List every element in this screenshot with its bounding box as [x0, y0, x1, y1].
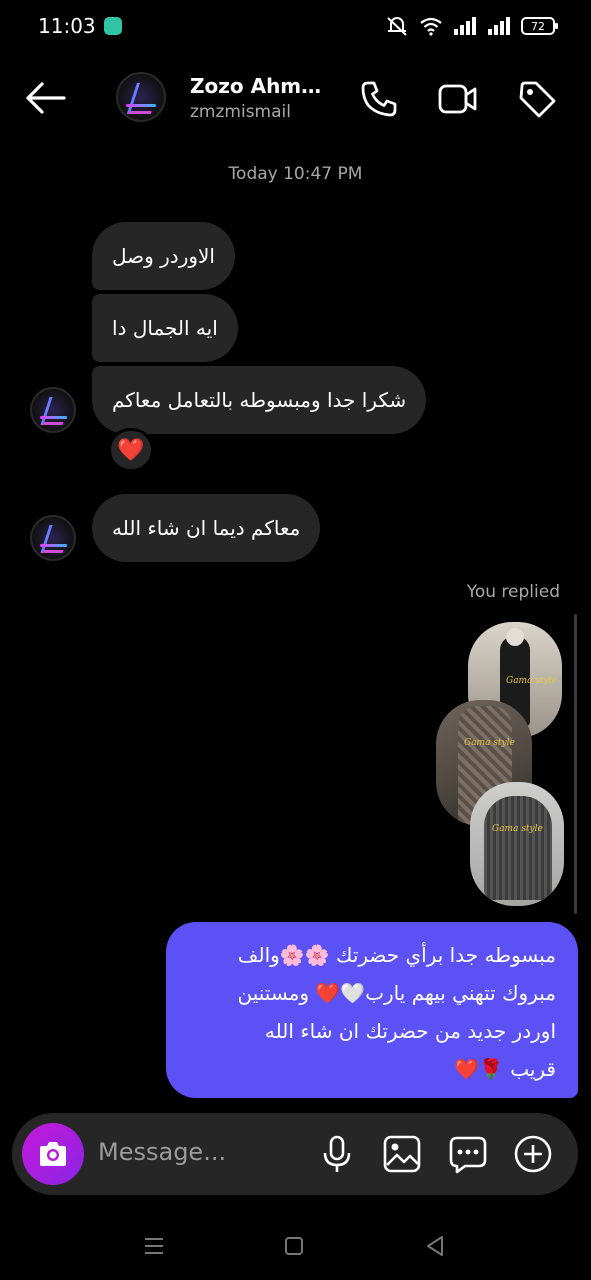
image-icon[interactable]: [381, 1133, 423, 1175]
signal-icon-2: [488, 17, 510, 35]
sent-message-line: اوردر جديد من حضرتك ان شاء الله: [264, 1019, 556, 1043]
arrow-left-icon[interactable]: [22, 78, 68, 118]
sender-avatar[interactable]: [30, 515, 76, 561]
contact-avatar[interactable]: [116, 72, 166, 122]
heart-icon: ❤️: [117, 437, 145, 463]
recent-apps-icon[interactable]: [138, 1230, 170, 1262]
status-bar: 11:03 72: [0, 0, 591, 52]
sender-avatar[interactable]: [30, 387, 76, 433]
plus-circle-icon[interactable]: [512, 1133, 554, 1175]
message-timestamp: Today 10:47 PM: [228, 164, 363, 184]
heart-reaction[interactable]: ❤️: [108, 428, 154, 472]
system-navigation-bar: [0, 1212, 591, 1280]
reply-label: You replied: [466, 582, 560, 602]
nav-back-icon[interactable]: [420, 1230, 452, 1262]
sent-message-line: قريب 🌹❤️: [454, 1057, 556, 1081]
home-icon[interactable]: [278, 1230, 310, 1262]
chat-bubble-dots-icon[interactable]: [447, 1133, 489, 1175]
signal-icon: [454, 17, 476, 35]
phone-icon[interactable]: [358, 78, 400, 120]
reply-photo[interactable]: Gama style: [470, 782, 564, 906]
chat-header: Zozo Ahm… zmzmismail: [0, 60, 591, 140]
sent-message-line: مبسوطه جدا برأي حضرتك 🌸🌸والف: [237, 943, 556, 967]
received-message[interactable]: ايه الجمال دا: [92, 294, 238, 362]
microphone-icon[interactable]: [316, 1133, 358, 1175]
contact-name[interactable]: Zozo Ahm…: [190, 74, 321, 98]
tag-icon[interactable]: [516, 78, 558, 120]
status-time: 11:03: [38, 14, 96, 38]
contact-username[interactable]: zmzmismail: [190, 102, 291, 122]
video-camera-icon[interactable]: [436, 78, 478, 120]
mute-bell-icon: [387, 17, 407, 36]
sent-message[interactable]: مبسوطه جدا برأي حضرتك 🌸🌸والف مبروك تتهني…: [166, 922, 578, 1098]
camera-button[interactable]: [22, 1123, 84, 1185]
photo-watermark: Gama style: [492, 824, 543, 834]
battery-indicator: 72: [521, 17, 558, 35]
app-notification-icon: [104, 17, 122, 35]
message-composer: Message...: [12, 1113, 578, 1195]
received-message[interactable]: الاوردر وصل: [92, 222, 235, 290]
photo-watermark: Gama style: [506, 676, 557, 686]
status-indicators: 72: [385, 14, 558, 38]
camera-icon: [40, 1142, 66, 1166]
received-message[interactable]: معاكم ديما ان شاء الله: [92, 494, 321, 562]
wifi-icon: [420, 17, 442, 36]
reply-indicator-bar: [574, 614, 577, 914]
photo-watermark: Gama style: [464, 738, 515, 748]
received-message[interactable]: شكرا جدا ومبسوطه بالتعامل معاكم: [92, 366, 427, 434]
message-input[interactable]: Message...: [98, 1138, 226, 1166]
sent-message-line: مبروك تتهني بيهم يارب🤍❤️ ومستنين: [237, 981, 556, 1005]
